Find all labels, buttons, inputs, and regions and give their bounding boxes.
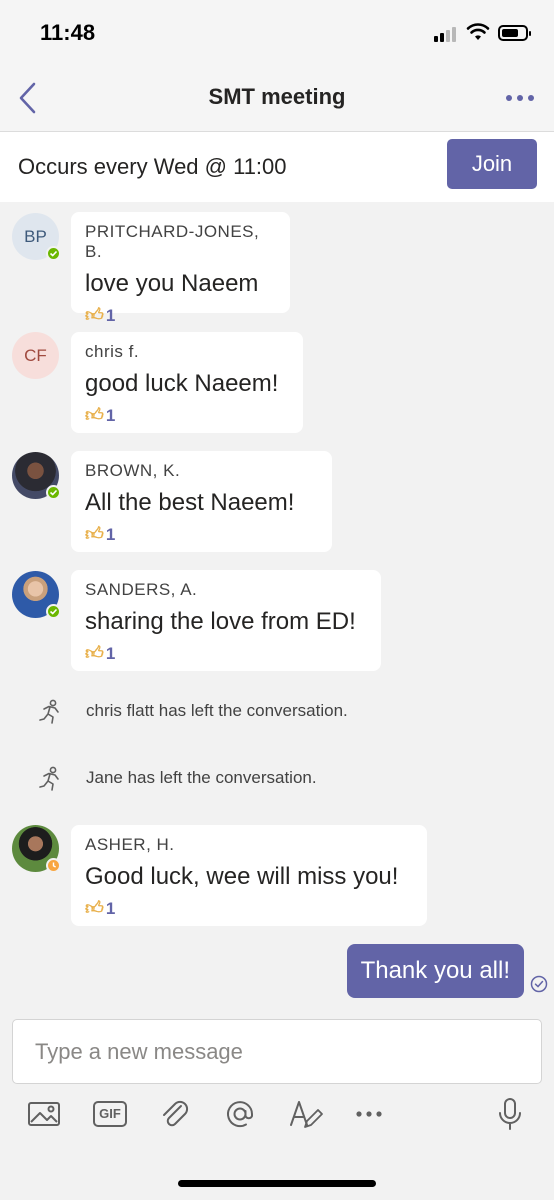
sender-name: BROWN, K.	[85, 461, 181, 480]
message-bubble[interactable]: PRITCHARD-JONES, B. love you Naeem 👍︎ 1	[71, 212, 290, 325]
image-icon[interactable]	[24, 1094, 64, 1134]
thumbs-up-icon: 👍︎	[85, 898, 104, 918]
like-reaction[interactable]: 👍︎ 1	[85, 897, 413, 921]
thumbs-up-icon: 👍︎	[85, 643, 104, 663]
battery-icon	[498, 25, 531, 41]
message-text: love you Naeem	[85, 270, 259, 297]
presence-available-icon	[46, 246, 61, 261]
more-icon[interactable]	[350, 1094, 390, 1134]
message-bubble[interactable]: ASHER, H. Good luck, wee will miss you! …	[71, 825, 427, 926]
system-event-text: chris flatt has left the conversation.	[86, 701, 348, 720]
like-reaction[interactable]: 👍︎ 1	[85, 523, 318, 547]
reaction-count: 1	[105, 406, 116, 425]
my-message-bubble[interactable]: Thank you all!	[346, 944, 524, 998]
chat-thread: BP PRITCHARD-JONES, B. love you Naeem 👍︎…	[0, 202, 554, 1017]
attach-icon[interactable]	[155, 1094, 195, 1134]
microphone-icon[interactable]	[490, 1094, 530, 1134]
status-time: 11:48	[40, 20, 96, 45]
message-text: All the best Naeem!	[85, 489, 295, 516]
system-event-text: Jane has left the conversation.	[86, 768, 317, 787]
like-reaction[interactable]: 👍︎ 1	[85, 404, 289, 428]
person-leaving-icon	[39, 699, 59, 724]
thumbs-up-icon: 👍︎	[85, 524, 104, 544]
message-bubble[interactable]: SANDERS, A. sharing the love from ED! 👍︎…	[71, 570, 381, 671]
status-bar: 11:48	[0, 0, 554, 64]
sender-name: PRITCHARD-JONES, B.	[85, 222, 260, 261]
meeting-recurrence: Occurs every Wed @ 11:00	[18, 154, 287, 179]
cellular-signal-icon	[434, 26, 460, 42]
sender-name: ASHER, H.	[85, 835, 175, 854]
message-text: sharing the love from ED!	[85, 608, 356, 635]
presence-away-icon	[46, 858, 61, 873]
message-input[interactable]	[12, 1019, 542, 1084]
thumbs-up-icon: 👍︎	[85, 305, 104, 325]
join-button[interactable]: Join	[447, 139, 537, 189]
more-options-button[interactable]	[504, 88, 536, 108]
nav-bar: SMT meeting	[0, 64, 554, 132]
reaction-count: 1	[105, 306, 116, 325]
page-title: SMT meeting	[208, 84, 346, 109]
reaction-count: 1	[105, 899, 116, 918]
reaction-count: 1	[105, 644, 116, 663]
message-bubble[interactable]: BROWN, K. All the best Naeem! 👍︎ 1	[71, 451, 332, 552]
presence-available-icon	[46, 485, 61, 500]
person-leaving-icon	[39, 766, 59, 791]
format-icon[interactable]	[285, 1094, 325, 1134]
message-bubble[interactable]: chris f. good luck Naeem! 👍︎ 1	[71, 332, 303, 433]
like-reaction[interactable]: 👍︎ 1	[85, 642, 367, 666]
gif-label: GIF	[99, 1106, 121, 1121]
presence-available-icon	[46, 604, 61, 619]
message-text: Good luck, wee will miss you!	[85, 863, 399, 890]
sender-name: SANDERS, A.	[85, 580, 198, 599]
message-text: good luck Naeem!	[85, 370, 279, 397]
gif-button[interactable]: GIF	[90, 1094, 130, 1134]
mention-icon[interactable]	[220, 1094, 260, 1134]
avatar[interactable]: CF	[12, 332, 59, 379]
sender-name: chris f.	[85, 342, 140, 361]
like-reaction[interactable]: 👍︎ 1	[85, 304, 276, 328]
read-receipt-icon	[530, 975, 548, 993]
compose-toolbar: GIF	[0, 1094, 554, 1144]
thumbs-up-icon: 👍︎	[85, 405, 104, 425]
reaction-count: 1	[105, 525, 116, 544]
wifi-icon	[466, 23, 490, 40]
home-indicator[interactable]	[178, 1180, 376, 1187]
